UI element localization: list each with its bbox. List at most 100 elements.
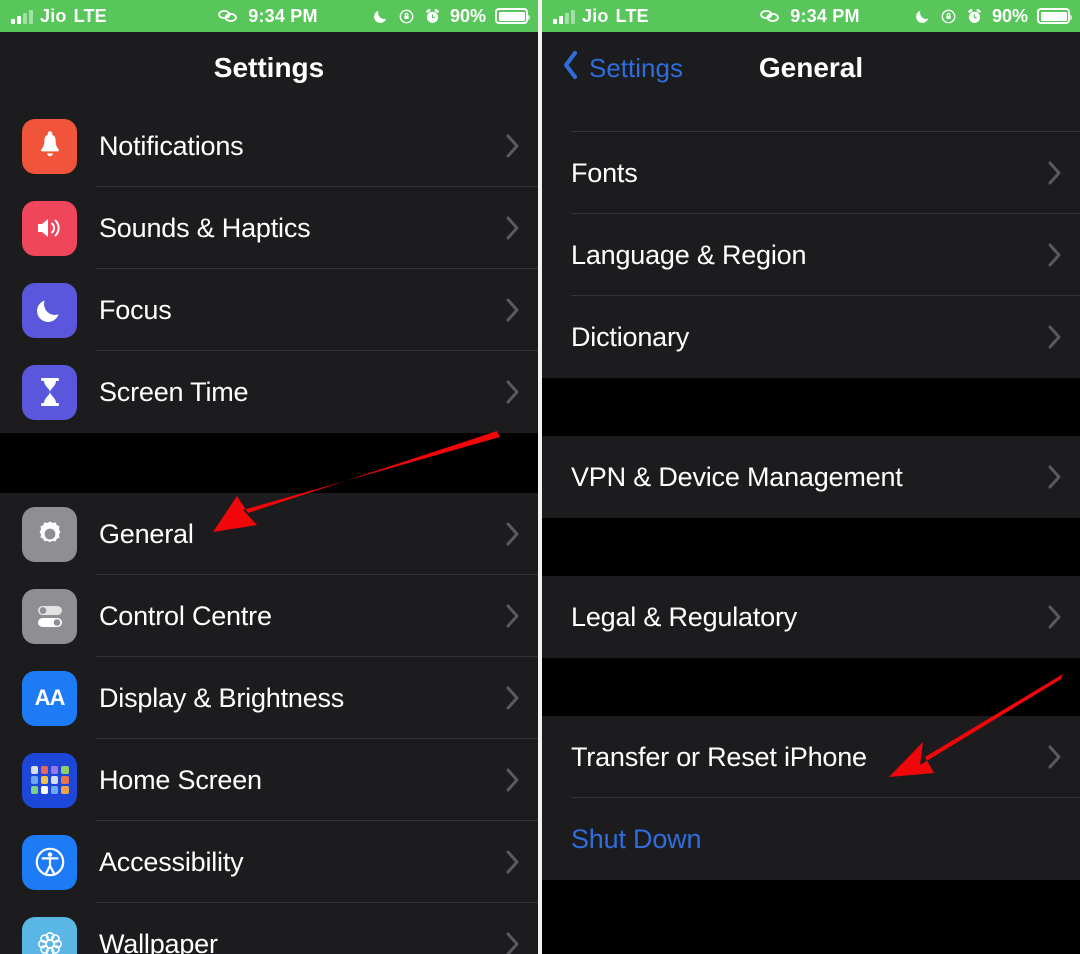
moon-icon [373,8,389,24]
settings-row-screen-time[interactable]: Screen Time [0,351,538,433]
toggles-icon [22,588,77,644]
settings-row-clipped[interactable]: Keyboard [542,104,1080,132]
settings-row-control-centre[interactable]: Control Centre [0,575,538,657]
settings-row-vpn-device-management[interactable]: VPN & Device Management [542,436,1080,518]
settings-group-1-rows: Notifications Sounds & Haptics Focus Scr… [0,105,538,433]
status-bar-left-group: Jio LTE [542,6,649,27]
status-bar-right: Jio LTE 9:34 PM 90% [542,0,1080,32]
back-button-label: Settings [589,52,683,83]
settings-row-label: Language & Region [571,239,807,270]
settings-row-notifications[interactable]: Notifications [0,105,538,187]
settings-row-label: Home Screen [99,764,262,795]
settings-row-transfer-or-reset-iphone[interactable]: Transfer or Reset iPhone [542,716,1080,798]
settings-row-language-region[interactable]: Language & Region [542,214,1080,296]
chevron-right-icon [506,604,520,628]
settings-row-shut-down[interactable]: Shut Down [542,798,1080,880]
network-type-label: LTE [73,5,107,26]
app-grid [30,766,69,794]
notifications-bell-icon [22,118,77,174]
general-group-1: Keyboard Fonts Language & Region Diction… [542,104,1080,378]
battery-icon [1037,8,1072,24]
status-bar-center-group: 9:34 PM [758,6,859,27]
settings-row-general[interactable]: General [0,493,538,575]
display-aa-icon: AA [22,670,77,726]
settings-row-label: Wallpaper [99,928,218,954]
settings-row-label: Accessibility [99,846,244,877]
page-title: Settings [213,52,325,83]
settings-row-accessibility[interactable]: Accessibility [0,821,538,903]
accessibility-icon [22,834,77,890]
wallpaper-flower-icon [22,916,77,954]
aa-glyph: AA [34,685,66,710]
chevron-right-icon [506,298,520,322]
alarm-clock-icon [966,8,983,25]
settings-row-sounds-haptics[interactable]: Sounds & Haptics [0,187,538,269]
settings-row-wallpaper[interactable]: Wallpaper [0,903,538,954]
battery-icon [495,8,530,24]
home-screen-grid-icon [22,752,77,808]
settings-row-label: Dictionary [571,321,690,352]
network-type-label: LTE [615,5,649,26]
settings-row-label: Transfer or Reset iPhone [571,741,867,772]
carrier-label: Jio [582,5,609,26]
chevron-right-icon [506,768,520,792]
battery-percentage-label: 90% [991,5,1028,26]
clock-label: 9:34 PM [790,5,860,26]
back-button[interactable]: Settings [542,50,683,87]
settings-row-label: Fonts [571,157,638,188]
settings-row-display-brightness[interactable]: AA Display & Brightness [0,657,538,739]
settings-row-label: Notifications [99,130,244,161]
nav-bar-right: Settings General [542,32,1080,104]
general-group-4: Transfer or Reset iPhone Shut Down [542,716,1080,880]
settings-row-label: Shut Down [571,823,702,854]
gear-icon [22,506,77,562]
right-phone-screen: Jio LTE 9:34 PM 90% Settings General Fon… [542,0,1080,954]
bottom-filler [542,880,1080,954]
general-group-gap [542,518,1080,576]
moon-icon [915,8,931,24]
left-phone-screen: Jio LTE 9:34 PM 90% Settings Notificatio… [0,0,538,954]
settings-row-dictionary[interactable]: Dictionary [542,296,1080,378]
settings-row-label: Legal & Regulatory [571,601,798,632]
screen-mirroring-icon [758,8,782,24]
status-bar-center-group: 9:34 PM [216,6,317,27]
settings-row-label: General [99,518,194,549]
chevron-left-icon [562,50,579,87]
settings-group-2-rows: General Control Centre AA Display & Brig… [0,493,538,954]
rotation-lock-icon [398,8,415,25]
general-group-gap [542,378,1080,436]
general-group-3: Legal & Regulatory [542,576,1080,658]
settings-row-label: Display & Brightness [99,682,345,713]
chevron-right-icon [1048,745,1062,769]
settings-row-label: Control Centre [99,600,272,631]
signal-bars-icon [553,9,575,24]
settings-row-label: VPN & Device Management [571,461,903,492]
chevron-right-icon [1048,325,1062,349]
chevron-right-icon [1048,161,1062,185]
battery-percentage-label: 90% [449,5,486,26]
chevron-right-icon [506,850,520,874]
chevron-right-icon [506,932,520,954]
chevron-right-icon [506,522,520,546]
chevron-right-icon [1048,605,1062,629]
general-group-gap [542,658,1080,716]
nav-bar-left: Settings [0,32,538,104]
signal-bars-icon [11,9,33,24]
rotation-lock-icon [940,8,957,25]
general-group-2: VPN & Device Management [542,436,1080,518]
settings-row-legal-regulatory[interactable]: Legal & Regulatory [542,576,1080,658]
settings-group-gap [0,433,538,493]
clock-label: 9:34 PM [248,5,318,26]
screenshot-pair: Jio LTE 9:34 PM 90% Settings Notificatio… [0,0,1080,954]
chevron-right-icon [506,216,520,240]
settings-row-focus[interactable]: Focus [0,269,538,351]
settings-row-fonts[interactable]: Fonts [542,132,1080,214]
chevron-right-icon [506,380,520,404]
status-bar-right-group: 90% [373,5,530,27]
status-bar-left-group: Jio LTE [0,6,107,27]
carrier-label: Jio [40,5,67,26]
alarm-clock-icon [424,8,441,25]
hourglass-icon [22,364,77,420]
status-bar-right-group: 90% [915,5,1072,27]
settings-row-home-screen[interactable]: Home Screen [0,739,538,821]
